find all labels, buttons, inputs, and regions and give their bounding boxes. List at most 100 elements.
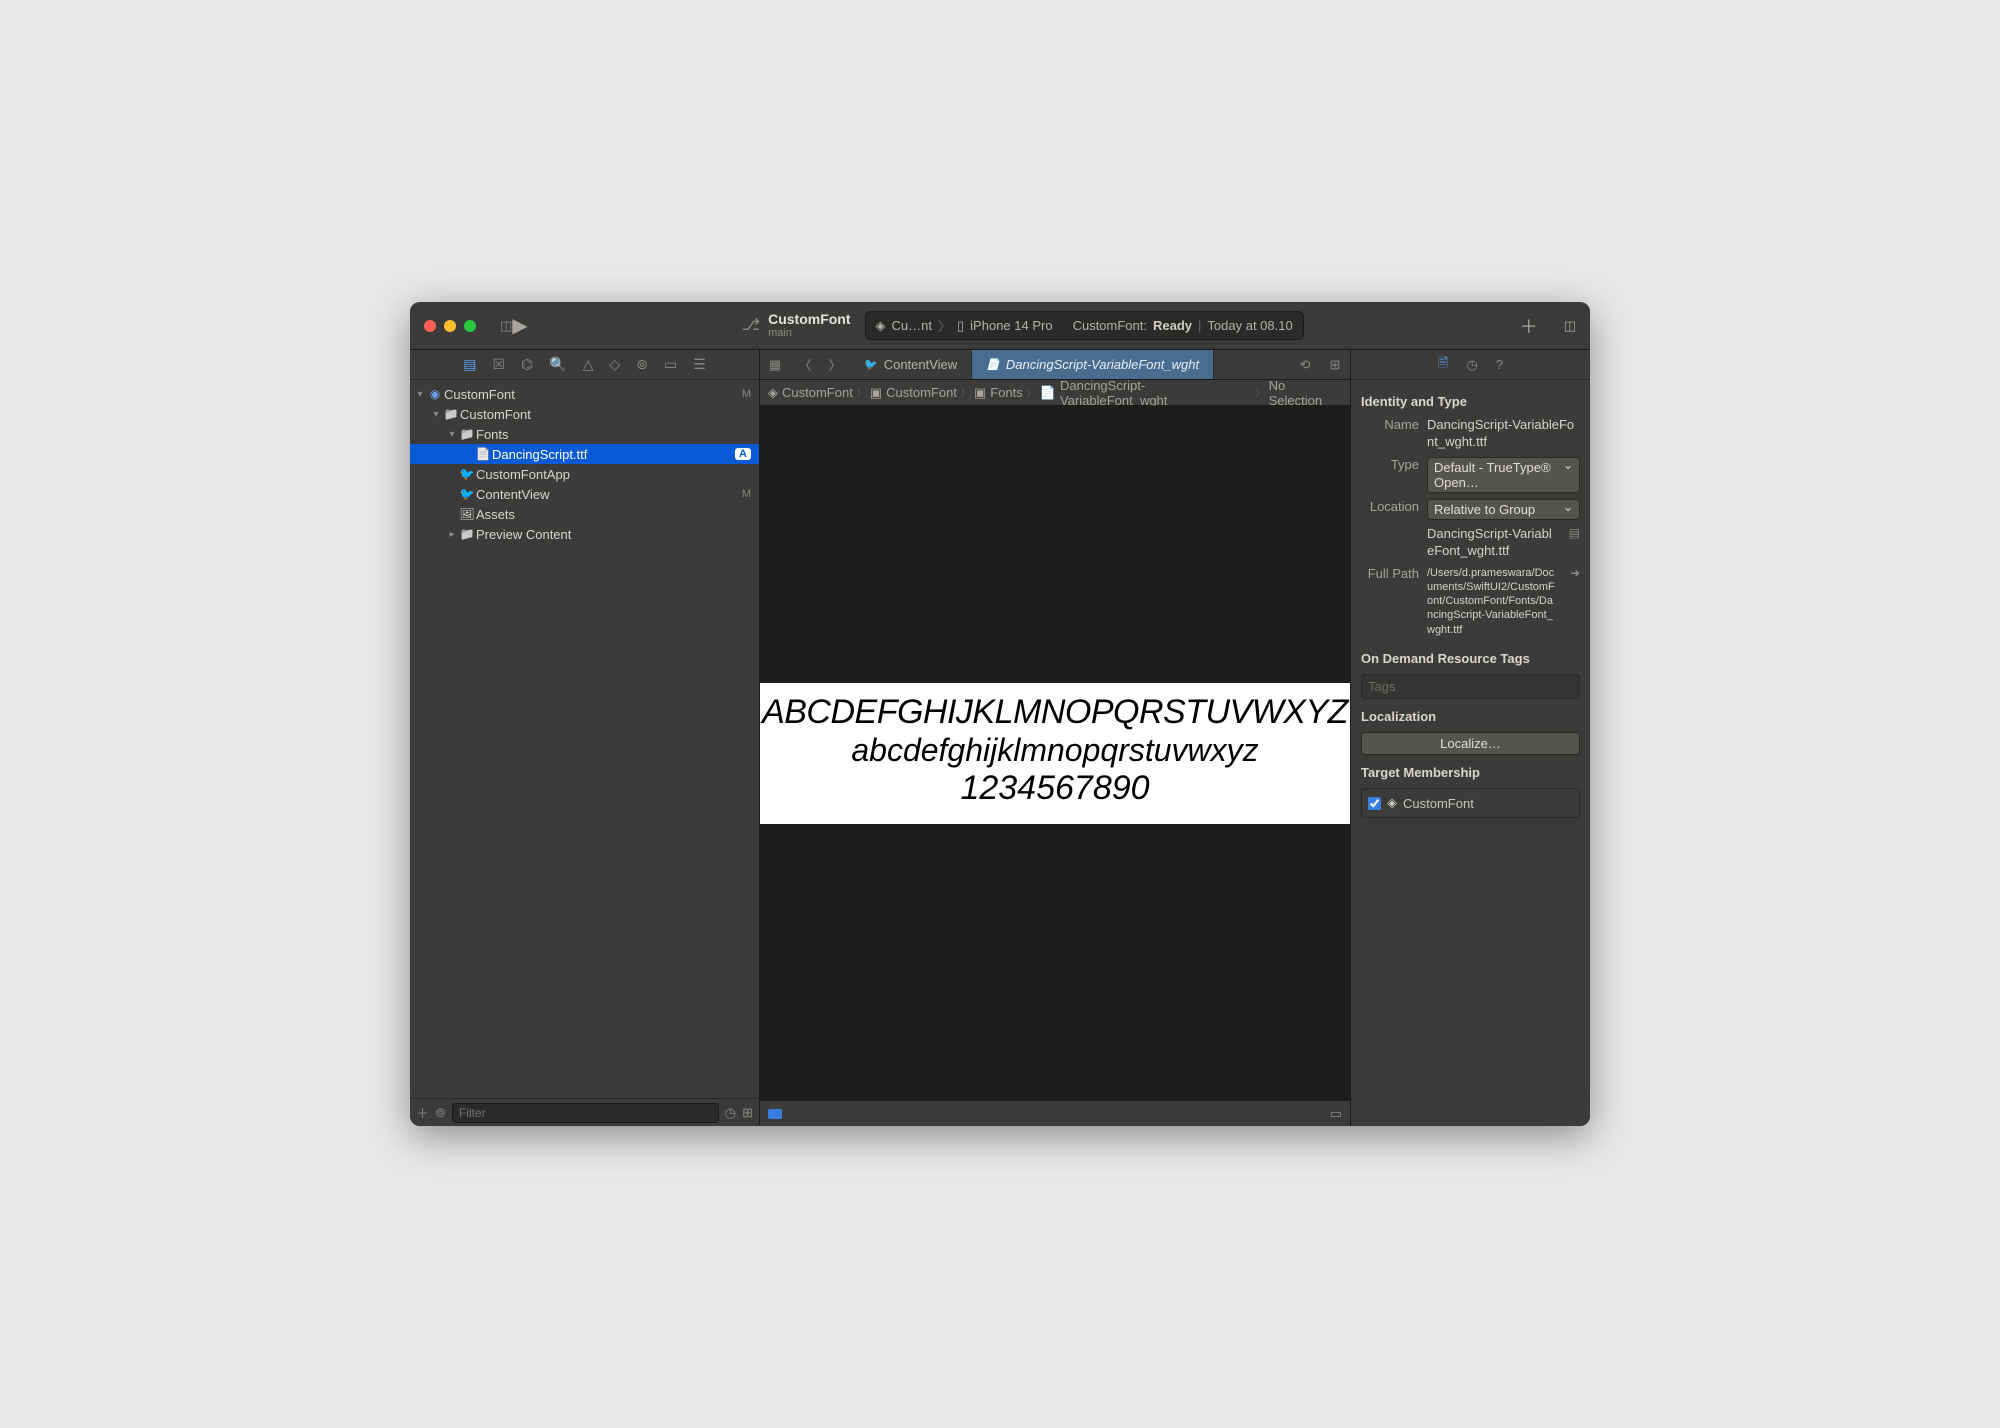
adjust-editor-button[interactable]: ⊞ (1320, 350, 1350, 379)
chevron-down-icon[interactable]: ▾ (430, 409, 442, 420)
tree-contentview[interactable]: ContentView M (410, 484, 759, 504)
tree-group[interactable]: ▾ CustomFont (410, 404, 759, 424)
chevron-down-icon[interactable]: ▾ (446, 429, 458, 440)
navigator-selector: ▤ ☒ ⌬ 🔍 △ ◇ ⊚ ▭ ☰ (410, 350, 759, 380)
breakpoint-toggle[interactable] (768, 1109, 782, 1119)
target-checkbox[interactable] (1368, 797, 1381, 810)
find-navigator-icon[interactable]: 🔍 (549, 356, 566, 373)
fullpath-value: /Users/d.prameswara/Documents/SwiftUI2/C… (1427, 566, 1558, 637)
folder-icon (458, 427, 476, 441)
file-inspector-icon[interactable]: 🗎 (1438, 354, 1448, 376)
navigator-footer: ＋ ⊚ ◷ ⊞ (410, 1098, 759, 1126)
choose-folder-icon[interactable]: ▤ (1569, 526, 1580, 540)
tree-fonts-folder[interactable]: ▾ Fonts (410, 424, 759, 444)
titlebar: ◫ ▶ ⎇ CustomFont main ◈ Cu…nt 〉 ▯ iPhone… (410, 302, 1590, 350)
close-window-button[interactable] (424, 320, 436, 332)
project-tree: ▾ CustomFont M ▾ CustomFont ▾ Fonts (410, 380, 759, 1098)
assets-icon (458, 507, 476, 521)
tree-preview-content[interactable]: ▸ Preview Content (410, 524, 759, 544)
target-membership-box: ◈ CustomFont (1361, 788, 1580, 818)
debug-navigator-icon[interactable]: ⊚ (636, 356, 648, 373)
help-inspector-icon[interactable]: ? (1496, 357, 1503, 372)
filter-input[interactable] (452, 1103, 719, 1123)
tree-assets[interactable]: Assets (410, 504, 759, 524)
localize-button[interactable]: Localize… (1361, 732, 1580, 755)
fullpath-label: Full Path (1361, 566, 1419, 581)
editor-area: ▦ 〈 〉 🐦 ContentView 📄 DancingScript-Vari… (760, 350, 1350, 1126)
toggle-inspector-button[interactable]: ◫ (1550, 318, 1590, 334)
navigator-pane: ▤ ☒ ⌬ 🔍 △ ◇ ⊚ ▭ ☰ ▾ CustomFont M ▾ (410, 350, 760, 1126)
breakpoint-navigator-icon[interactable]: ▭ (664, 356, 677, 373)
device-label: iPhone 14 Pro (970, 318, 1052, 333)
inspector-body: Identity and Type Name DancingScript-Var… (1351, 380, 1590, 1126)
tree-app-file[interactable]: CustomFontApp (410, 464, 759, 484)
file-icon: 📄 (986, 358, 1000, 371)
recent-filter-icon[interactable]: ◷ (725, 1105, 736, 1121)
forward-button[interactable]: 〉 (820, 350, 850, 379)
source-control-navigator-icon[interactable]: ☒ (492, 356, 505, 373)
traffic-lights (410, 320, 490, 332)
crumb-file[interactable]: 📄DancingScript-VariableFont_wght (1040, 378, 1252, 408)
crumb-group[interactable]: ▣CustomFont (870, 385, 957, 401)
tree-font-file[interactable]: DancingScript.ttf A (410, 444, 759, 464)
tab-contentview[interactable]: 🐦 ContentView (850, 350, 972, 379)
report-navigator-icon[interactable]: ☰ (693, 356, 706, 373)
history-inspector-icon[interactable]: ◷ (1466, 357, 1477, 373)
issue-navigator-icon[interactable]: △ (583, 356, 594, 373)
font-preview: ABCDEFGHIJKLMNOPQRSTUVWXYZ abcdefghijklm… (760, 683, 1350, 824)
location-select[interactable]: Relative to Group (1427, 499, 1580, 520)
type-label: Type (1361, 457, 1419, 472)
name-label: Name (1361, 417, 1419, 432)
name-value[interactable]: DancingScript-VariableFont_wght.ttf (1427, 417, 1580, 451)
status-time: Today at 08.10 (1207, 318, 1292, 333)
add-file-button[interactable]: ＋ (416, 1103, 429, 1122)
branch-name: main (768, 327, 850, 339)
location-path: DancingScript-VariableFont_wght.ttf (1427, 526, 1557, 560)
jump-bar: ◈CustomFont 〉 ▣CustomFont 〉 ▣Fonts 〉 📄Da… (760, 380, 1350, 406)
status-project: CustomFont: (1073, 318, 1147, 333)
toggle-navigator-button[interactable]: ◫ (500, 318, 512, 334)
swift-icon: 🐦 (864, 358, 878, 371)
tab-bar: ▦ 〈 〉 🐦 ContentView 📄 DancingScript-Vari… (760, 350, 1350, 380)
test-navigator-icon[interactable]: ◇ (609, 356, 620, 373)
toggle-debug-area-icon[interactable]: ▭ (1330, 1106, 1342, 1122)
zoom-window-button[interactable] (464, 320, 476, 332)
main-split: ▤ ☒ ⌬ 🔍 △ ◇ ⊚ ▭ ☰ ▾ CustomFont M ▾ (410, 350, 1590, 1126)
filter-scope-icon[interactable]: ⊚ (435, 1105, 446, 1121)
activity-viewer[interactable]: ◈ Cu…nt 〉 ▯ iPhone 14 Pro CustomFont: Re… (865, 311, 1304, 340)
add-button[interactable]: ＋ (1508, 313, 1550, 339)
crumb-selection[interactable]: No Selection (1269, 378, 1342, 408)
symbol-navigator-icon[interactable]: ⌬ (521, 356, 533, 373)
device-icon: ▯ (957, 318, 964, 334)
folder-icon (442, 407, 460, 421)
section-identity: Identity and Type (1361, 394, 1580, 409)
crumb-fonts[interactable]: ▣Fonts (974, 385, 1023, 401)
tree-root[interactable]: ▾ CustomFont M (410, 384, 759, 404)
reveal-arrow-icon[interactable]: ➜ (1570, 566, 1580, 580)
folder-icon: ▣ (870, 385, 882, 401)
type-select[interactable]: Default - TrueType® Open… (1427, 457, 1580, 493)
tags-input[interactable]: Tags (1361, 674, 1580, 699)
status-state: Ready (1153, 318, 1192, 333)
location-label: Location (1361, 499, 1419, 514)
tab-font-file[interactable]: 📄 DancingScript-VariableFont_wght (972, 350, 1214, 379)
minimize-window-button[interactable] (444, 320, 456, 332)
crumb-project[interactable]: ◈CustomFont (768, 385, 853, 401)
inspector-pane: 🗎 ◷ ? Identity and Type Name DancingScri… (1350, 350, 1590, 1126)
run-button[interactable]: ▶ (512, 313, 527, 338)
project-navigator-icon[interactable]: ▤ (463, 356, 476, 373)
section-target: Target Membership (1361, 765, 1580, 780)
file-icon: 📄 (1040, 385, 1056, 401)
refresh-icon[interactable]: ⟲ (1290, 350, 1320, 379)
swift-icon (458, 467, 476, 481)
preview-uppercase: ABCDEFGHIJKLMNOPQRSTUVWXYZ (760, 693, 1350, 732)
chevron-down-icon[interactable]: ▾ (414, 389, 426, 400)
related-items-button[interactable]: ▦ (760, 350, 790, 379)
scm-filter-icon[interactable]: ⊞ (742, 1105, 753, 1121)
editor-canvas: ABCDEFGHIJKLMNOPQRSTUVWXYZ abcdefghijklm… (760, 406, 1350, 1100)
app-icon (426, 387, 444, 401)
scheme-selector[interactable]: ⎇ CustomFont main (742, 312, 851, 339)
chevron-right-icon[interactable]: ▸ (446, 529, 458, 540)
back-button[interactable]: 〈 (790, 350, 820, 379)
target-item[interactable]: ◈ CustomFont (1368, 795, 1573, 811)
